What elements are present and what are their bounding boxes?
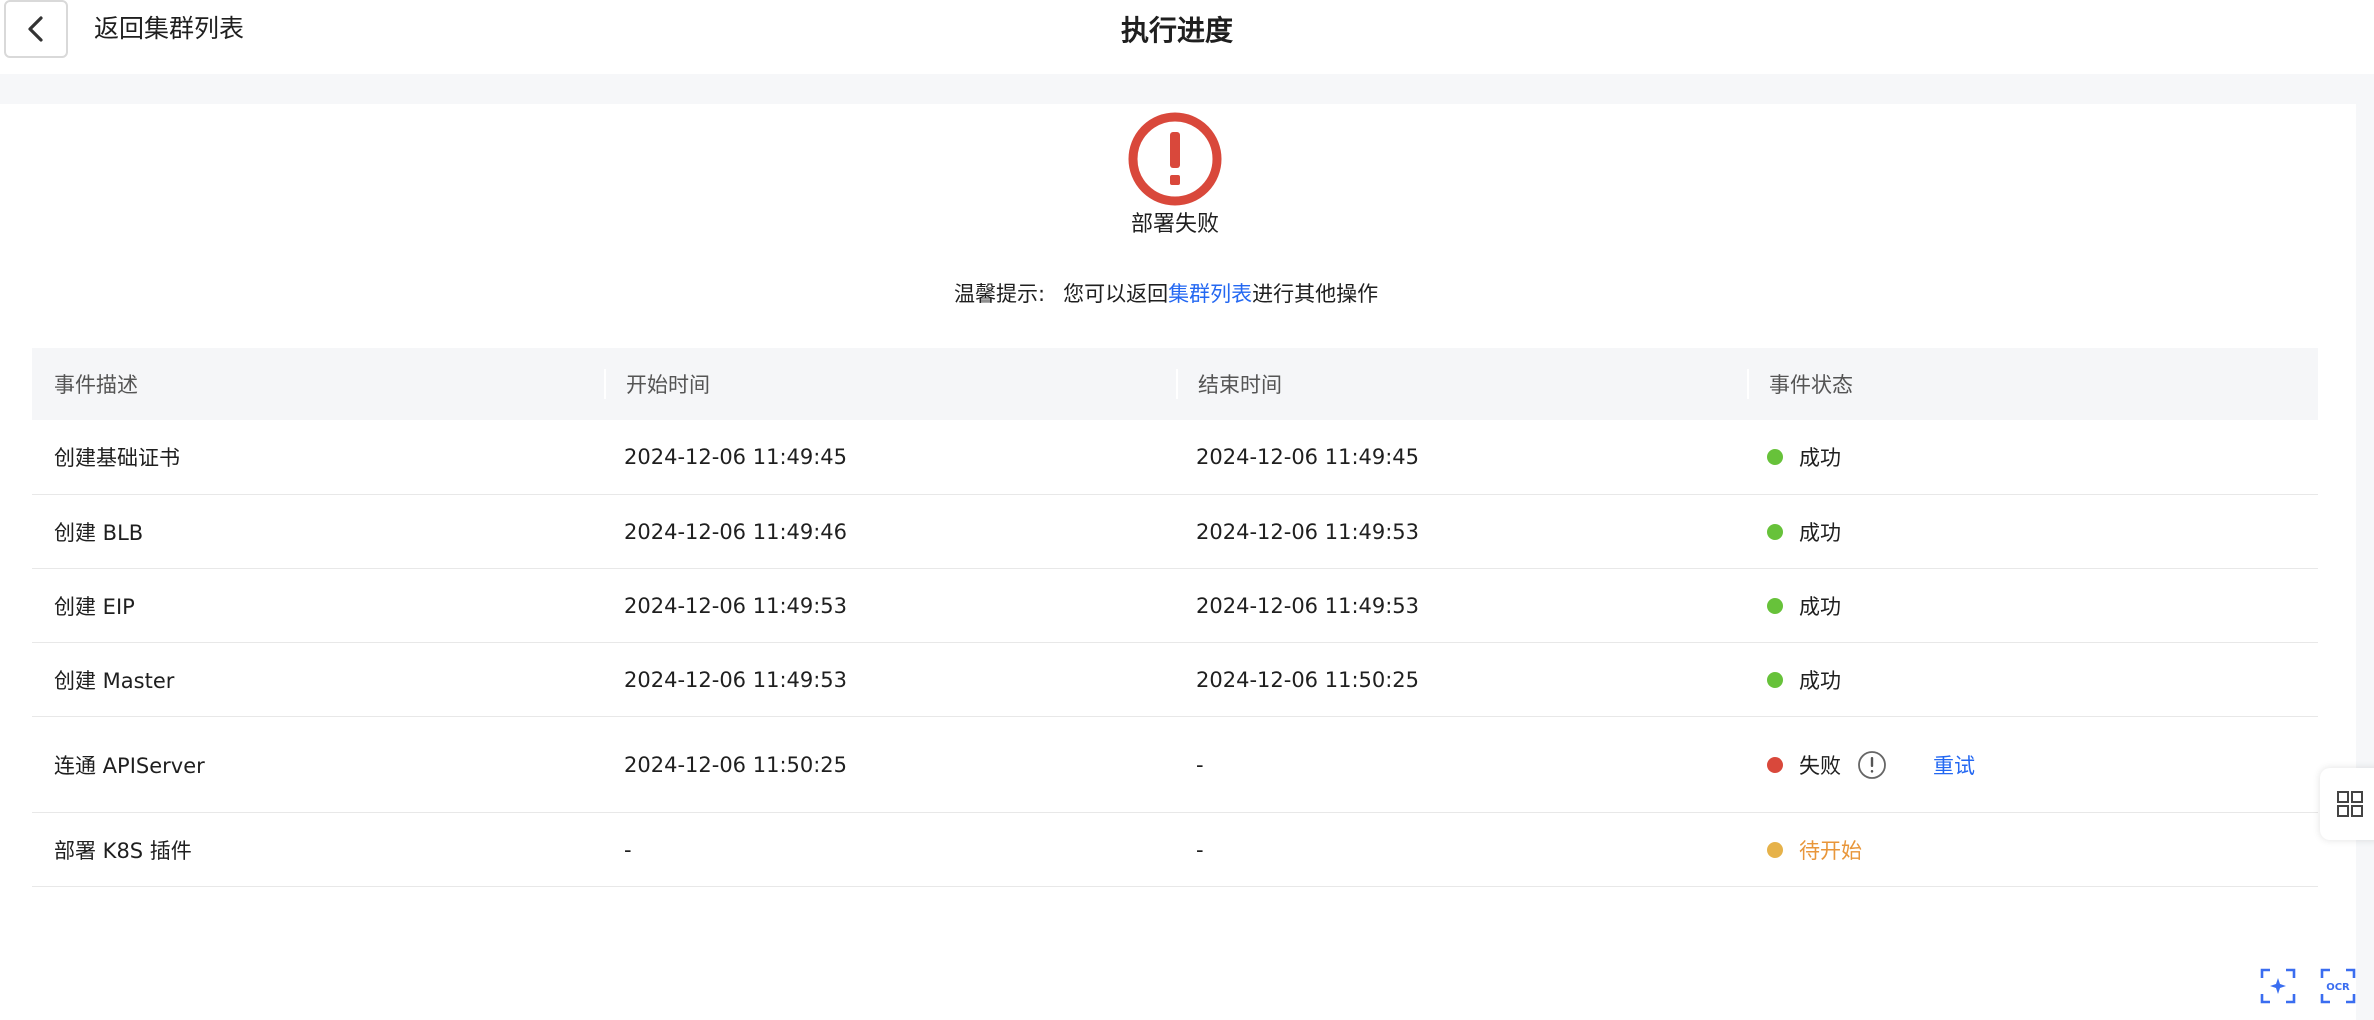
ocr-button[interactable]: OCR xyxy=(2316,964,2360,1008)
event-start-time: 2024-12-06 11:49:45 xyxy=(624,445,848,469)
table-row: 创建 EIP 2024-12-06 11:49:53 2024-12-06 11… xyxy=(32,569,2318,643)
status-text: 部署失败 xyxy=(1130,212,1219,237)
event-start-time: 2024-12-06 11:50:25 xyxy=(624,752,848,777)
ai-scan-icon xyxy=(2260,968,2296,1004)
grid-icon xyxy=(2337,791,2363,817)
event-end-time: 2024-12-06 11:50:25 xyxy=(1196,667,1420,692)
table-header-row: 事件描述 开始时间 结束时间 事件状态 xyxy=(32,348,2318,420)
event-description: 创建 EIP xyxy=(54,594,135,619)
event-status: 成功 xyxy=(1747,591,2318,621)
event-end-time: 2024-12-06 11:49:53 xyxy=(1196,519,1420,544)
table-row: 创建基础证书 2024-12-06 11:49:45 2024-12-06 11… xyxy=(32,420,2318,495)
event-description: 部署 K8S 插件 xyxy=(54,838,192,863)
page-title: 执行进度 xyxy=(1120,14,1233,47)
tip-before-link: 您可以返回 xyxy=(1063,282,1169,306)
cluster-list-link[interactable]: 集群列表 xyxy=(1168,282,1252,306)
event-start-time: - xyxy=(624,837,632,862)
retry-button[interactable]: 重试 xyxy=(1933,750,1975,780)
event-description: 创建基础证书 xyxy=(54,446,180,470)
event-description: 创建 Master xyxy=(54,668,175,693)
status-label: 成功 xyxy=(1799,520,1841,545)
event-description: 连通 APIServer xyxy=(54,753,205,778)
event-status: 待开始 xyxy=(1747,835,2318,865)
exclamation-circle-icon xyxy=(1128,112,1222,206)
table-row: 创建 BLB 2024-12-06 11:49:46 2024-12-06 11… xyxy=(32,495,2318,569)
column-header-start-time: 开始时间 xyxy=(604,369,1176,399)
status-label: 成功 xyxy=(1799,668,1841,693)
ai-scan-button[interactable] xyxy=(2256,964,2300,1008)
event-end-time: - xyxy=(1196,752,1204,777)
event-status: 成功 xyxy=(1747,517,2318,547)
status-label: 成功 xyxy=(1799,594,1841,619)
tip-after-link: 进行其他操作 xyxy=(1252,282,1379,306)
event-end-time: 2024-12-06 11:49:45 xyxy=(1196,445,1420,469)
ocr-icon: OCR xyxy=(2320,968,2356,1004)
status-dot-pending xyxy=(1767,841,1783,858)
event-start-time: 2024-12-06 11:49:46 xyxy=(624,519,848,544)
event-end-time: 2024-12-06 11:49:53 xyxy=(1196,593,1420,618)
column-header-description: 事件描述 xyxy=(54,373,138,397)
status-dot-failed xyxy=(1767,756,1783,773)
event-description: 创建 BLB xyxy=(54,520,144,545)
event-start-time: 2024-12-06 11:49:53 xyxy=(624,593,848,618)
status-dot-success xyxy=(1767,671,1783,688)
status-dot-success xyxy=(1767,449,1783,465)
table-row: 创建 Master 2024-12-06 11:49:53 2024-12-06… xyxy=(32,643,2318,717)
column-header-end-time: 结束时间 xyxy=(1176,369,1747,399)
event-status: 成功 xyxy=(1747,665,2318,695)
tip-prefix: 温馨提示: xyxy=(954,282,1046,306)
info-circle-icon[interactable] xyxy=(1857,750,1887,780)
event-status: 失败 重试 xyxy=(1747,750,2318,780)
column-header-status: 事件状态 xyxy=(1747,369,2318,399)
ocr-label: OCR xyxy=(2326,982,2350,993)
divider-band xyxy=(0,74,2374,104)
event-start-time: 2024-12-06 11:49:53 xyxy=(624,667,848,692)
status-label: 失败 xyxy=(1799,753,1841,778)
right-gutter xyxy=(2356,104,2374,1020)
event-end-time: - xyxy=(1196,837,1204,862)
status-label: 待开始 xyxy=(1799,838,1862,863)
events-table: 事件描述 开始时间 结束时间 事件状态 创建基础证书 2024-12-06 11… xyxy=(32,348,2318,887)
header: 返回集群列表 执行进度 xyxy=(0,0,2374,74)
tip-text: 温馨提示: 您可以返回集群列表进行其他操作 xyxy=(954,278,1378,310)
status-dot-success xyxy=(1767,597,1783,614)
side-grid-button[interactable] xyxy=(2320,768,2374,840)
table-row: 部署 K8S 插件 - - 待开始 xyxy=(32,813,2318,887)
status-dot-success xyxy=(1767,523,1783,540)
event-status: 成功 xyxy=(1747,442,2318,472)
status-label: 成功 xyxy=(1799,446,1841,470)
table-row: 连通 APIServer 2024-12-06 11:50:25 - 失败 重试 xyxy=(32,717,2318,813)
